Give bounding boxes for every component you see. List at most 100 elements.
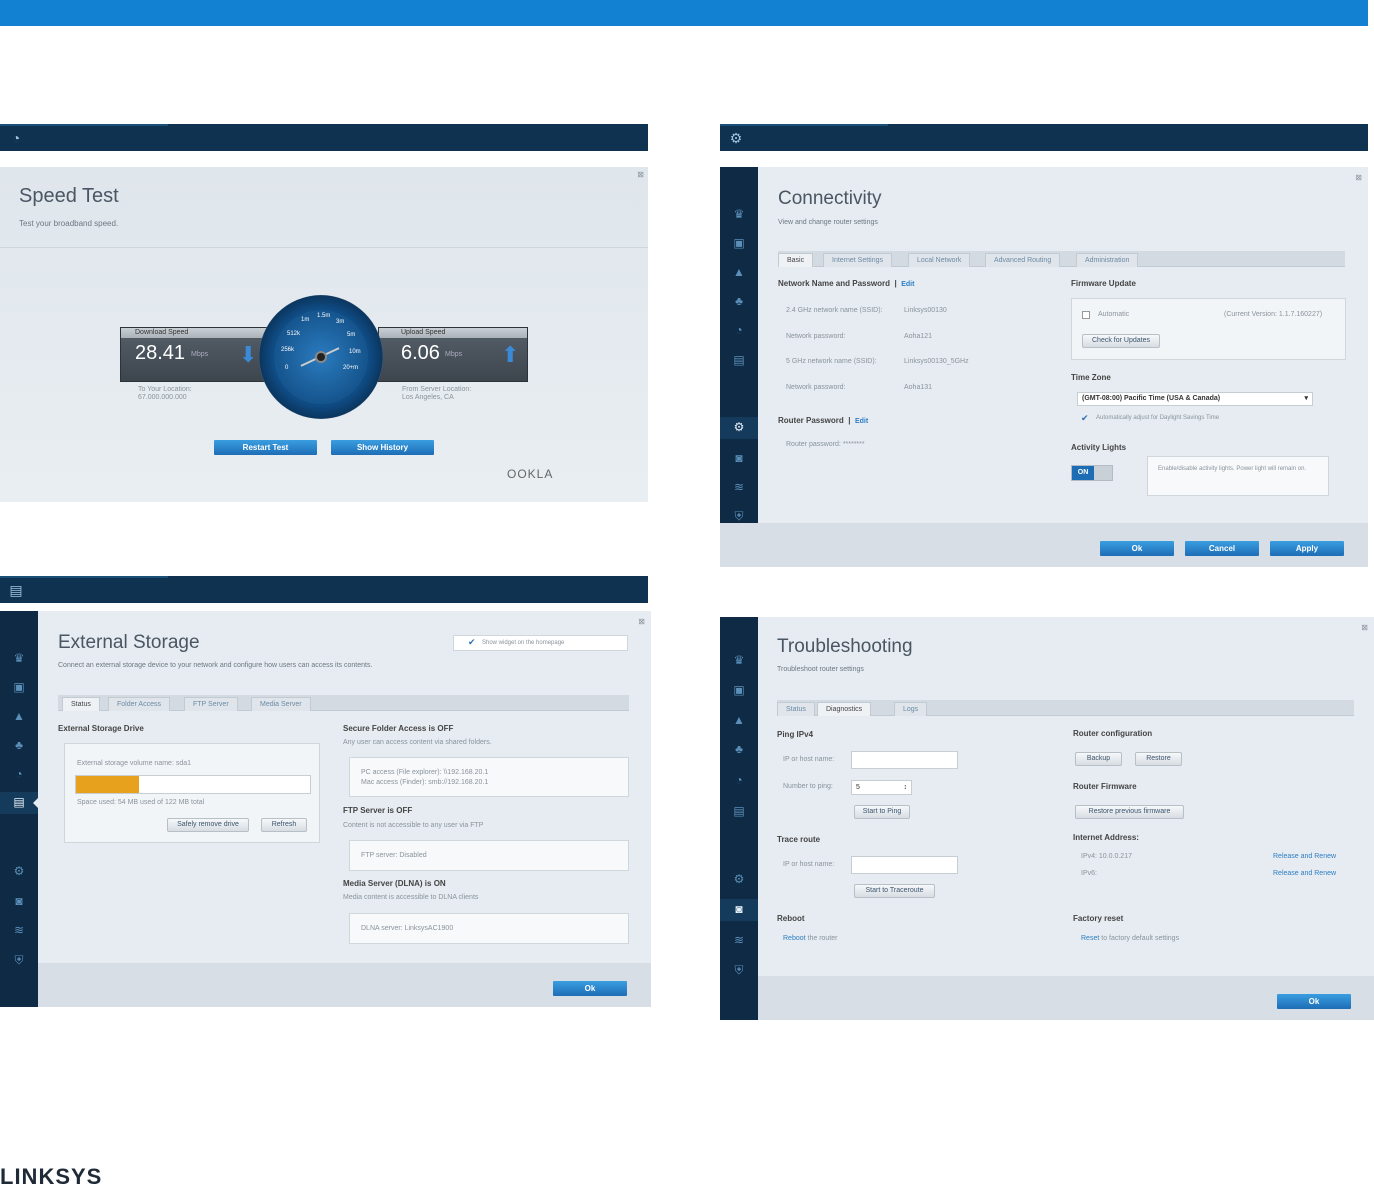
show-history-button[interactable]: Show History: [331, 440, 434, 455]
speedometer-icon[interactable]: ◔: [0, 764, 38, 784]
apply-button[interactable]: Apply: [1270, 541, 1344, 556]
release-renew-ipv6-link[interactable]: Release and Renew: [1273, 870, 1336, 877]
automatic-checkbox[interactable]: [1082, 311, 1090, 319]
reboot-link[interactable]: Reboot: [783, 935, 806, 942]
ping-host-input[interactable]: [851, 751, 958, 769]
tab-advanced-routing[interactable]: Advanced Routing: [985, 253, 1061, 267]
tab-status[interactable]: Status: [777, 702, 815, 716]
camera-icon[interactable]: ◙: [720, 448, 758, 468]
external-storage-panel: ♛ ▣ ▲ ♣ ◔ ▤ ⚙ ◙ ≋ ⛨ ⊠ External Storage C…: [0, 611, 651, 1007]
ipv4-address: IPv4: 10.0.0.217: [1081, 853, 1132, 860]
start-traceroute-button[interactable]: Start to Traceroute: [854, 884, 935, 898]
ok-button[interactable]: Ok: [1100, 541, 1174, 556]
start-ping-button[interactable]: Start to Ping: [854, 805, 910, 819]
shield-icon[interactable]: ⛨: [720, 960, 758, 980]
media-server-description: Media content is accessible to DLNA clie…: [343, 894, 479, 901]
speedometer-icon[interactable]: ◔: [720, 770, 758, 790]
folder-access-box: PC access (File explorer): \\192.168.20.…: [349, 757, 629, 797]
camera-icon[interactable]: ◙: [720, 899, 758, 921]
tab-folder-access[interactable]: Folder Access: [108, 697, 170, 711]
gears-icon[interactable]: ⚙: [720, 417, 758, 439]
storage-icon[interactable]: ▤: [720, 350, 758, 370]
gauge-tick: 256k: [281, 347, 295, 353]
gauge-tick: 512k: [287, 331, 301, 337]
briefcase-icon[interactable]: ▣: [720, 233, 758, 253]
warning-icon[interactable]: ▲: [720, 710, 758, 730]
check-updates-button[interactable]: Check for Updates: [1082, 334, 1160, 348]
tab-internet-settings[interactable]: Internet Settings: [823, 253, 892, 267]
storage-icon: ▤: [9, 582, 23, 598]
safely-remove-button[interactable]: Safely remove drive: [167, 818, 249, 832]
crown-icon[interactable]: ♛: [720, 650, 758, 670]
dlna-status: DLNA server: LinksysAC1900: [361, 925, 454, 932]
wireless-icon[interactable]: ≋: [0, 920, 38, 940]
crown-icon[interactable]: ♛: [720, 204, 758, 224]
warning-icon[interactable]: ▲: [0, 706, 38, 726]
storage-icon[interactable]: ▤: [720, 801, 758, 821]
gauge-tick: 3m: [336, 319, 345, 325]
upload-location-label: From Server Location:: [402, 386, 472, 393]
close-icon[interactable]: ⊠: [638, 617, 645, 626]
close-icon[interactable]: ⊠: [637, 170, 644, 179]
reset-link[interactable]: Reset: [1081, 935, 1099, 942]
checkmark-icon[interactable]: ✔: [468, 637, 476, 648]
ok-button[interactable]: Ok: [1277, 994, 1351, 1009]
speedometer-icon[interactable]: ◔: [720, 320, 758, 340]
upload-arrow-icon: ⬆: [501, 342, 520, 367]
ok-button[interactable]: Ok: [553, 981, 627, 996]
close-icon[interactable]: ⊠: [1361, 623, 1368, 632]
trace-route-heading: Trace route: [777, 835, 821, 844]
briefcase-icon[interactable]: ▣: [720, 680, 758, 700]
refresh-button[interactable]: Refresh: [261, 818, 307, 832]
external-storage-header: ▤: [0, 576, 648, 603]
cancel-button[interactable]: Cancel: [1185, 541, 1259, 556]
camera-icon[interactable]: ◙: [0, 891, 38, 911]
parental-icon[interactable]: ♣: [720, 291, 758, 311]
show-widget-option[interactable]: ✔ Show widget on the homepage: [453, 635, 628, 651]
crown-icon[interactable]: ♛: [0, 648, 38, 668]
tab-basic[interactable]: Basic: [778, 253, 814, 267]
edit-link[interactable]: Edit: [901, 281, 914, 288]
field-value: Aoha131: [904, 384, 933, 391]
gears-icon[interactable]: ⚙: [720, 869, 758, 889]
tab-logs[interactable]: Logs: [894, 702, 928, 716]
restore-firmware-button[interactable]: Restore previous firmware: [1075, 805, 1184, 819]
tab-diagnostics[interactable]: Diagnostics: [817, 702, 872, 716]
wireless-icon[interactable]: ≋: [720, 477, 758, 497]
tab-ftp-server[interactable]: FTP Server: [184, 697, 238, 711]
tab-media-server[interactable]: Media Server: [251, 697, 311, 711]
reboot-text: Reboot the router: [783, 935, 838, 942]
storage-icon[interactable]: ▤: [0, 792, 39, 814]
restart-test-button[interactable]: Restart Test: [214, 440, 317, 455]
tab-local-network[interactable]: Local Network: [908, 253, 971, 267]
backup-button[interactable]: Backup: [1075, 752, 1122, 766]
field-value: Aoha121: [904, 333, 933, 340]
number-to-ping-stepper[interactable]: 5 ↕: [851, 780, 912, 795]
activity-lights-toggle[interactable]: ON: [1071, 465, 1113, 481]
upload-speed-label: Upload Speed: [379, 328, 527, 338]
edit-link[interactable]: Edit: [855, 418, 868, 425]
checkmark-icon[interactable]: ✔: [1081, 413, 1089, 424]
wireless-icon[interactable]: ≋: [720, 930, 758, 950]
gauge-tick: 10m: [349, 349, 361, 355]
parental-icon[interactable]: ♣: [720, 739, 758, 759]
router-firmware-heading: Router Firmware: [1073, 782, 1137, 791]
field-label: 5 GHz network name (SSID):: [786, 358, 877, 365]
trace-host-input[interactable]: [851, 856, 958, 874]
warning-icon[interactable]: ▲: [720, 262, 758, 282]
field-value: Linksys00130_5GHz: [904, 358, 969, 365]
time-zone-heading: Time Zone: [1071, 373, 1111, 382]
external-storage-title: External Storage: [58, 632, 200, 653]
briefcase-icon[interactable]: ▣: [0, 677, 38, 697]
tab-administration[interactable]: Administration: [1076, 253, 1139, 267]
shield-icon[interactable]: ⛨: [0, 950, 38, 970]
gears-icon[interactable]: ⚙: [0, 861, 38, 881]
restore-button[interactable]: Restore: [1135, 752, 1182, 766]
field-label: Network password:: [786, 333, 846, 340]
tab-status[interactable]: Status: [62, 697, 100, 711]
close-icon[interactable]: ⊠: [1355, 173, 1362, 182]
parental-icon[interactable]: ♣: [0, 735, 38, 755]
release-renew-ipv4-link[interactable]: Release and Renew: [1273, 853, 1336, 860]
time-zone-select[interactable]: (GMT-08:00) Pacific Time (USA & Canada) ▾: [1077, 392, 1313, 406]
host-label: IP or host name:: [783, 756, 835, 763]
